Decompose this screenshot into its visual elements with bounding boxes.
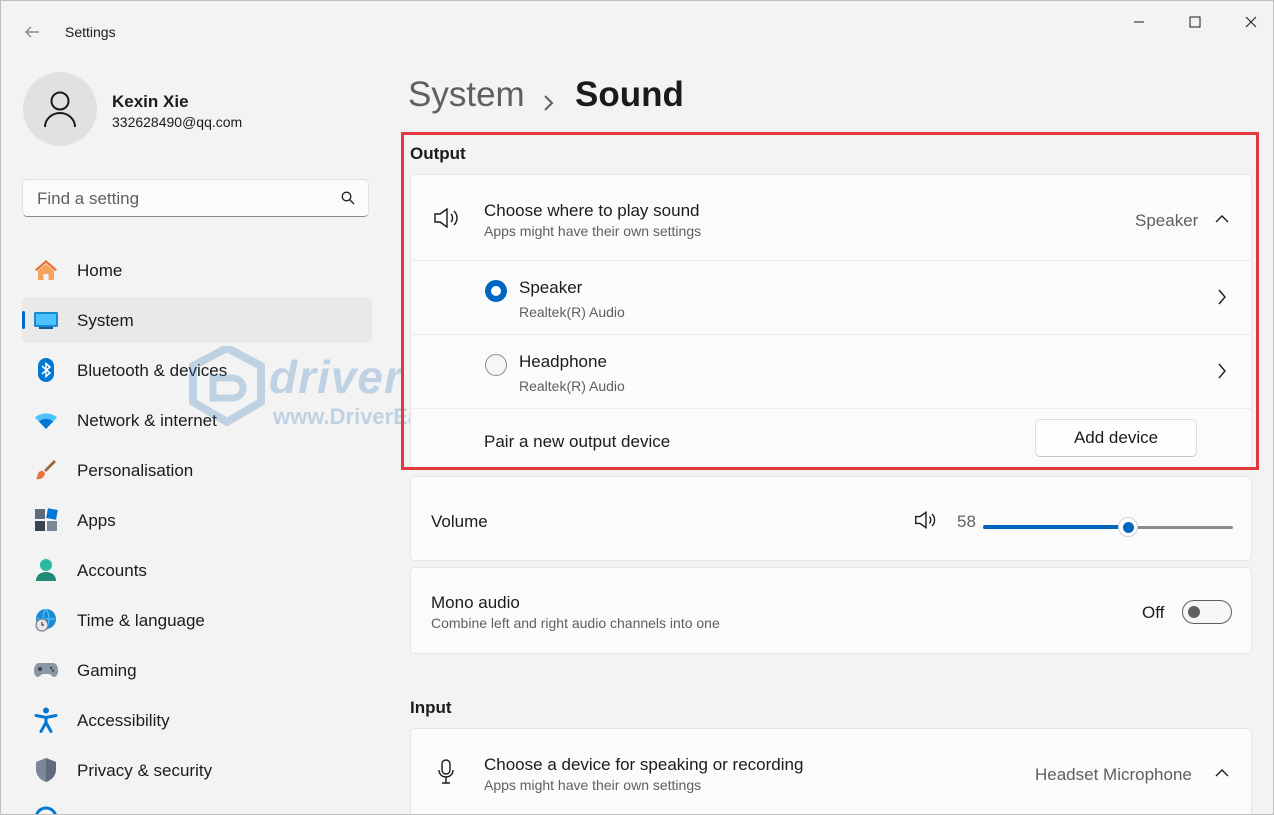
sidebar-item-label: Gaming: [77, 661, 137, 680]
sidebar-nav: Home System Bluetooth & devices Network …: [22, 247, 372, 797]
pair-output-label: Pair a new output device: [484, 432, 671, 451]
volume-value: 58: [957, 512, 976, 531]
volume-card: Volume 58: [410, 476, 1252, 561]
close-icon[interactable]: [1231, 9, 1271, 35]
brush-icon: [34, 458, 58, 482]
system-icon: [34, 308, 58, 332]
device-driver: Realtek(R) Audio: [519, 378, 625, 394]
output-device-speaker[interactable]: Speaker Realtek(R) Audio: [411, 261, 1251, 334]
add-device-button[interactable]: Add device: [1035, 419, 1197, 457]
chevron-up-icon[interactable]: [1215, 765, 1229, 783]
choose-output-subtitle: Apps might have their own settings: [484, 223, 702, 239]
search-input[interactable]: [35, 188, 329, 210]
slider-thumb[interactable]: [1118, 517, 1138, 537]
mono-audio-state: Off: [1142, 603, 1165, 622]
breadcrumb: System Sound: [408, 75, 684, 115]
sidebar-item-network[interactable]: Network & internet: [22, 397, 372, 443]
chevron-right-icon[interactable]: [1217, 363, 1227, 384]
sidebar-item-bluetooth[interactable]: Bluetooth & devices: [22, 347, 372, 393]
device-name: Headphone: [519, 352, 607, 371]
divider: [411, 408, 1251, 409]
sidebar-item-system[interactable]: System: [22, 297, 372, 343]
breadcrumb-parent[interactable]: System: [408, 75, 525, 114]
chevron-right-icon: [542, 83, 556, 123]
search-icon[interactable]: [341, 191, 355, 210]
mono-audio-subtitle: Combine left and right audio channels in…: [431, 615, 720, 631]
sidebar-item-label: Accounts: [77, 561, 147, 580]
settings-window: Settings Kexin Xie 332628490@qq.com Ho: [0, 0, 1274, 815]
selected-output-device: Speaker: [1135, 211, 1199, 230]
device-name: Speaker: [519, 278, 583, 297]
search-box[interactable]: [22, 179, 369, 217]
avatar[interactable]: [23, 72, 97, 146]
slider-fill: [983, 525, 1128, 529]
sidebar-item-home[interactable]: Home: [22, 247, 372, 293]
speaker-radio[interactable]: [485, 280, 507, 302]
accounts-icon: [34, 558, 58, 582]
sidebar-item-personalisation[interactable]: Personalisation: [22, 447, 372, 493]
accessibility-icon: [34, 707, 58, 733]
input-device-card: Choose a device for speaking or recordin…: [410, 728, 1252, 814]
input-section-title: Input: [410, 698, 452, 717]
minimize-icon[interactable]: [1119, 9, 1159, 35]
app-title: Settings: [65, 24, 116, 40]
title-bar: Settings: [1, 1, 1273, 63]
volume-icon[interactable]: [914, 510, 938, 535]
mono-audio-card: Mono audio Combine left and right audio …: [410, 567, 1252, 654]
page-title: Sound: [575, 75, 684, 114]
user-email: 332628490@qq.com: [112, 114, 243, 130]
sidebar-item-label: Home: [77, 261, 123, 280]
choose-output-row[interactable]: Choose where to play sound Apps might ha…: [411, 175, 1251, 260]
gamepad-icon: [34, 658, 58, 682]
speaker-icon: [433, 207, 461, 234]
volume-label: Volume: [431, 512, 488, 531]
headphone-radio[interactable]: [485, 354, 507, 376]
sidebar-item-gaming[interactable]: Gaming: [22, 647, 372, 693]
choose-output-title: Choose where to play sound: [484, 201, 700, 220]
back-arrow-icon[interactable]: [23, 23, 43, 43]
apps-icon: [34, 508, 58, 532]
choose-input-title: Choose a device for speaking or recordin…: [484, 755, 804, 774]
sidebar-item-label: Network & internet: [77, 411, 217, 430]
home-icon: [34, 258, 58, 282]
output-device-headphone[interactable]: Headphone Realtek(R) Audio: [411, 335, 1251, 408]
windows-update-icon[interactable]: [34, 806, 58, 814]
selected-input-device: Headset Microphone: [1035, 765, 1192, 784]
output-device-card: Choose where to play sound Apps might ha…: [410, 174, 1252, 468]
output-section-title: Output: [410, 144, 466, 163]
mono-audio-toggle[interactable]: [1182, 600, 1232, 624]
sidebar-item-label: System: [77, 311, 134, 330]
bluetooth-icon: [34, 358, 58, 382]
sidebar-item-label: Personalisation: [77, 461, 194, 480]
sidebar-item-time-language[interactable]: Time & language: [22, 597, 372, 643]
sidebar-item-label: Bluetooth & devices: [77, 361, 228, 380]
sidebar-item-apps[interactable]: Apps: [22, 497, 372, 543]
shield-icon: [34, 758, 58, 782]
device-driver: Realtek(R) Audio: [519, 304, 625, 320]
sidebar-item-label: Time & language: [77, 611, 205, 630]
user-name: Kexin Xie: [112, 92, 189, 111]
globe-clock-icon: [34, 608, 58, 632]
choose-input-row[interactable]: Choose a device for speaking or recordin…: [411, 729, 1251, 814]
choose-input-subtitle: Apps might have their own settings: [484, 777, 702, 793]
sidebar-item-label: Accessibility: [77, 711, 170, 730]
sidebar-item-privacy-security[interactable]: Privacy & security: [22, 747, 372, 793]
mono-audio-title: Mono audio: [431, 593, 520, 612]
sidebar-item-label: Apps: [77, 511, 116, 530]
chevron-up-icon[interactable]: [1215, 211, 1229, 229]
sidebar-item-accessibility[interactable]: Accessibility: [22, 697, 372, 743]
sidebar-item-accounts[interactable]: Accounts: [22, 547, 372, 593]
chevron-right-icon[interactable]: [1217, 289, 1227, 310]
maximize-icon[interactable]: [1175, 9, 1215, 35]
toggle-knob: [1188, 606, 1200, 618]
microphone-icon: [437, 759, 455, 790]
sidebar-item-label: Privacy & security: [77, 761, 213, 780]
volume-slider[interactable]: [983, 517, 1233, 537]
wifi-icon: [34, 408, 58, 432]
